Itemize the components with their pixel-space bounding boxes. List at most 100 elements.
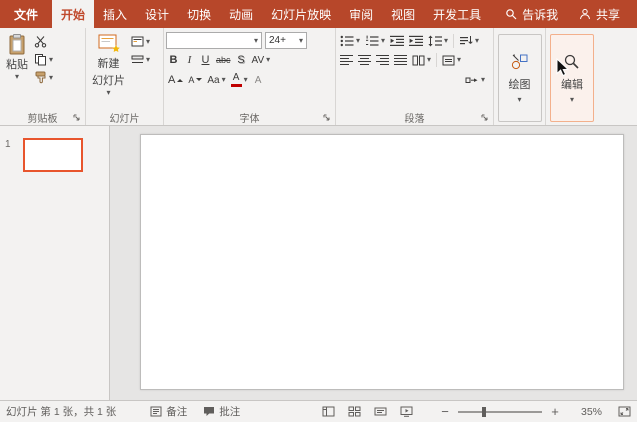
text-direction-button[interactable]: ▾: [457, 32, 481, 49]
justify-button[interactable]: [392, 52, 409, 69]
slideshow-view-button[interactable]: [396, 403, 416, 421]
tab-review[interactable]: 审阅: [340, 0, 382, 28]
zoom-percentage[interactable]: 35%: [572, 406, 602, 418]
separator: [436, 53, 438, 67]
slide-number-label: 1: [5, 139, 11, 150]
align-text-button[interactable]: ▾: [440, 52, 463, 69]
editing-group: 编辑 ▾: [546, 28, 598, 125]
paste-button[interactable]: 粘贴 ▾: [2, 31, 32, 110]
zoom-out-button[interactable]: −: [438, 404, 452, 420]
indent-decrease-icon: [390, 35, 405, 46]
tab-developer[interactable]: 开发工具: [424, 0, 490, 28]
slide-thumbnail-selected[interactable]: [23, 138, 83, 172]
tab-home[interactable]: 开始: [52, 0, 95, 28]
cut-button[interactable]: [32, 33, 55, 50]
chevron-down-icon: ▾: [480, 75, 485, 84]
dialog-launcher-icon: [323, 114, 330, 121]
bullets-button[interactable]: ▾: [338, 32, 362, 49]
editing-button[interactable]: 编辑 ▾: [550, 34, 594, 122]
slide-sorter-icon: [348, 406, 360, 417]
clipboard-dialog-launcher[interactable]: [73, 114, 81, 122]
share-label: 共享: [595, 7, 620, 22]
columns-button[interactable]: ▾: [410, 52, 433, 69]
align-right-button[interactable]: [374, 52, 391, 69]
align-center-icon: [358, 54, 371, 66]
align-center-button[interactable]: [356, 52, 373, 69]
chevron-down-icon: ▾: [356, 35, 361, 45]
new-slide-label-line2: 幻灯片: [92, 75, 125, 87]
search-icon: [506, 9, 517, 20]
section-button[interactable]: ▾: [129, 51, 152, 68]
strikethrough-button[interactable]: abc: [214, 52, 233, 69]
reading-view-button[interactable]: [370, 403, 390, 421]
bold-button[interactable]: B: [166, 52, 181, 69]
clear-formatting-button[interactable]: A: [251, 72, 266, 89]
line-spacing-button[interactable]: ▾: [426, 32, 450, 49]
drawing-label: 绘图: [508, 79, 531, 91]
clipboard-icon: [9, 34, 25, 55]
font-size-combo[interactable]: 24+ ▾: [265, 32, 307, 49]
change-case-button[interactable]: Aa ▾: [205, 72, 227, 89]
tab-design[interactable]: 设计: [136, 0, 178, 28]
drawing-button[interactable]: 绘图 ▾: [497, 34, 542, 122]
tell-me-box[interactable]: 告诉我: [496, 0, 567, 28]
chevron-down-icon: ▾: [49, 72, 54, 82]
tab-file[interactable]: 文件: [0, 0, 52, 28]
text-direction-icon: [460, 35, 473, 44]
tab-insert[interactable]: 插入: [94, 0, 136, 28]
underline-button[interactable]: U: [198, 52, 213, 69]
font-color-button[interactable]: A ▾: [229, 72, 250, 89]
notes-icon: [150, 406, 162, 417]
align-left-button[interactable]: [338, 52, 355, 69]
convert-to-smartart-button[interactable]: ▾: [463, 72, 487, 89]
tab-view[interactable]: 视图: [382, 0, 424, 28]
shrink-font-button[interactable]: A: [186, 72, 204, 89]
change-case-glyph: Aa: [207, 74, 220, 86]
slideshow-icon: [400, 406, 412, 417]
numbered-list-icon: [366, 35, 379, 46]
paragraph-group-label: 段落: [404, 114, 425, 125]
tab-transitions[interactable]: 切换: [178, 0, 220, 28]
decrease-indent-button[interactable]: [388, 32, 406, 49]
numbering-button[interactable]: ▾: [363, 32, 387, 49]
italic-button[interactable]: I: [182, 52, 197, 69]
font-color-glyph: A: [232, 72, 240, 83]
section-icon: [131, 55, 144, 63]
text-shadow-button[interactable]: S: [234, 52, 249, 69]
zoom-in-button[interactable]: +: [548, 404, 562, 420]
paragraph-dialog-launcher[interactable]: [481, 114, 489, 122]
smartart-icon: [465, 77, 478, 83]
slide-canvas[interactable]: [140, 134, 624, 390]
slide-sorter-view-button[interactable]: [344, 403, 364, 421]
chevron-down-icon: ▾: [517, 95, 522, 104]
comments-label: 批注: [219, 406, 241, 418]
bullet-list-icon: [340, 35, 354, 46]
zoom-slider-thumb[interactable]: [482, 406, 486, 417]
tab-slideshow[interactable]: 幻灯片放映: [262, 0, 340, 28]
notes-button[interactable]: 备注: [150, 404, 187, 419]
separator: [453, 33, 455, 48]
comment-icon: [204, 407, 215, 416]
grow-font-button[interactable]: A: [166, 72, 185, 89]
tab-animations[interactable]: 动画: [220, 0, 262, 28]
triangle-down-icon: [196, 78, 203, 84]
comments-button[interactable]: 批注: [203, 404, 240, 419]
fit-slide-to-window-button[interactable]: [618, 406, 631, 417]
new-slide-button[interactable]: 新建 幻灯片 ▾: [88, 31, 129, 110]
character-spacing-button[interactable]: AV ▾: [250, 52, 273, 69]
chevron-down-icon: ▾: [253, 35, 258, 45]
increase-indent-button[interactable]: [407, 32, 425, 49]
font-dialog-launcher[interactable]: [323, 114, 331, 122]
ribbon: 粘贴 ▾ ▾ ▾ 剪贴板 新建 幻灯片 ▾ ▾ ▾ 幻灯片 ▾ 24+ ▾ B …: [0, 28, 637, 126]
chevron-down-icon: ▾: [221, 75, 226, 84]
normal-view-button[interactable]: [318, 403, 338, 421]
chevron-down-icon: ▾: [381, 35, 386, 45]
zoom-slider[interactable]: [458, 406, 542, 417]
share-button[interactable]: 共享: [570, 0, 629, 28]
copy-icon: [35, 54, 46, 66]
slide-layout-button[interactable]: ▾: [129, 33, 152, 50]
copy-button[interactable]: ▾: [32, 51, 55, 68]
format-painter-button[interactable]: ▾: [32, 69, 55, 86]
font-name-combo[interactable]: ▾: [166, 32, 262, 49]
fit-to-window-icon: [618, 406, 631, 417]
